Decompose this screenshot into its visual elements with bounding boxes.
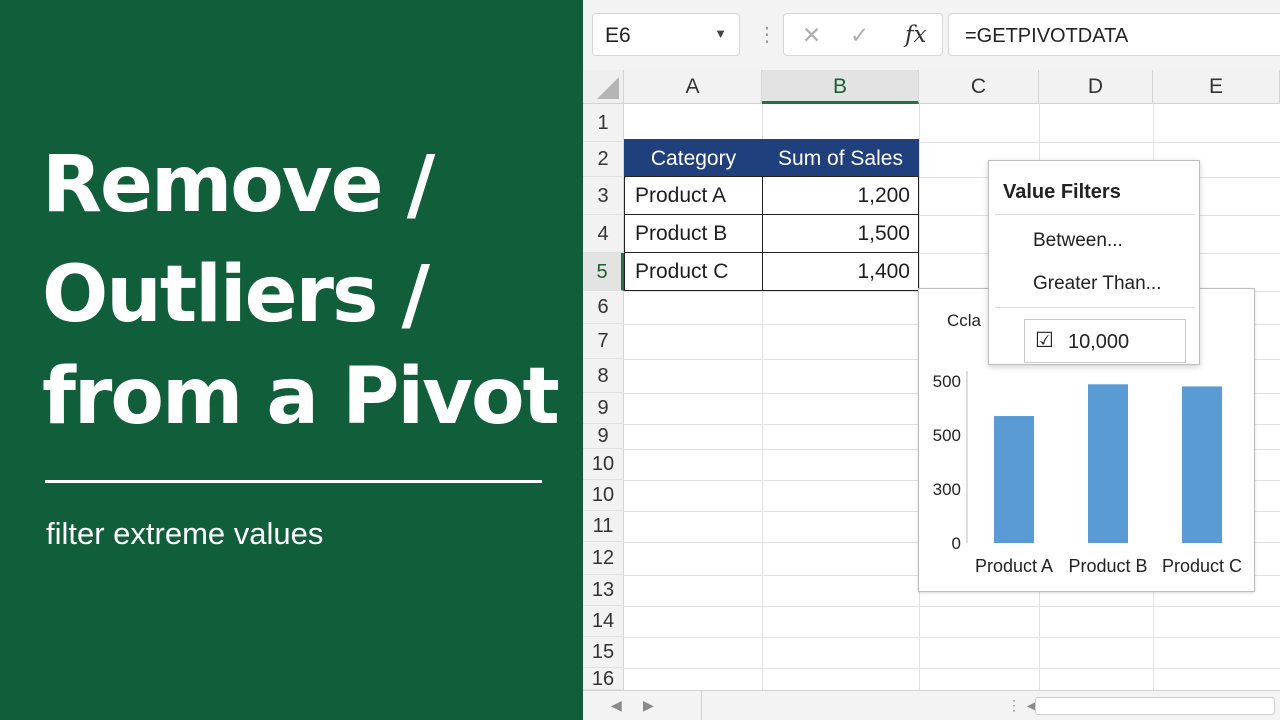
title-line-1: Remove / bbox=[42, 140, 435, 230]
y-tick-label: 300 bbox=[933, 480, 961, 499]
column-header-a[interactable]: A bbox=[624, 70, 762, 104]
chevron-down-icon[interactable]: ▼ bbox=[714, 26, 727, 41]
column-header-d[interactable]: D bbox=[1039, 70, 1153, 104]
row-header[interactable]: 1 bbox=[583, 104, 624, 142]
title-line-3: from a Pivot bbox=[42, 352, 560, 442]
y-tick-label: 0 bbox=[952, 534, 961, 553]
banner-subtitle: filter extreme values bbox=[46, 516, 324, 551]
pivot-header-sum[interactable]: Sum of Sales bbox=[762, 139, 919, 177]
row-header[interactable]: 5 bbox=[583, 253, 624, 291]
menu-divider bbox=[995, 214, 1195, 215]
split-handle-icon[interactable]: ⋮ bbox=[1007, 697, 1021, 714]
pivot-row-value[interactable]: 1,200 bbox=[762, 176, 919, 215]
name-box[interactable]: E6 ▼ bbox=[592, 13, 740, 56]
row-header[interactable]: 4 bbox=[583, 215, 624, 253]
formula-actions: ✕ ✓ fx bbox=[783, 13, 943, 56]
x-tick-label: Product B bbox=[1068, 556, 1147, 576]
row-header[interactable]: 7 bbox=[583, 324, 624, 359]
bar-product-b bbox=[1088, 384, 1128, 543]
row-header[interactable]: 11 bbox=[583, 511, 624, 542]
row-header[interactable]: 6 bbox=[583, 291, 624, 324]
row-header[interactable]: 9 bbox=[583, 393, 624, 424]
drag-handle-icon[interactable]: ⋮ bbox=[757, 22, 777, 47]
pivot-row-value[interactable]: 1,500 bbox=[762, 214, 919, 253]
menu-divider bbox=[995, 307, 1195, 308]
horizontal-scrollbar[interactable]: ◀ ▶ ⋮ ◀ bbox=[583, 690, 1280, 720]
y-tick-label: 500 bbox=[933, 426, 961, 445]
cancel-x-icon[interactable]: ✕ bbox=[802, 22, 821, 49]
title-banner: Remove / Outliers / from a Pivot filter … bbox=[0, 0, 583, 720]
row-header[interactable]: 15 bbox=[583, 637, 624, 668]
formula-input[interactable]: =GETPIVOTDATA bbox=[948, 13, 1280, 56]
title-line-2: Outliers / bbox=[42, 250, 430, 340]
checkbox-icon[interactable]: ☑ bbox=[1035, 328, 1054, 353]
pivot-row-value[interactable]: 1,400 bbox=[762, 252, 919, 291]
row-header[interactable]: 3 bbox=[583, 177, 624, 215]
insert-function-icon[interactable]: fx bbox=[905, 22, 926, 48]
pivot-row-label[interactable]: Product B bbox=[624, 214, 763, 253]
row-header[interactable]: 16 bbox=[583, 668, 624, 690]
value-filter-title: Value Filters bbox=[1003, 181, 1121, 203]
column-header-e[interactable]: E bbox=[1153, 70, 1280, 104]
y-tick-label: 500 bbox=[933, 372, 961, 391]
column-header-c[interactable]: C bbox=[919, 70, 1039, 104]
row-header[interactable]: 10 bbox=[583, 480, 624, 511]
pivot-header-category[interactable]: Category bbox=[624, 139, 763, 177]
pivot-row-label[interactable]: Product A bbox=[624, 176, 763, 215]
row-header[interactable]: 12 bbox=[583, 542, 624, 575]
name-box-value: E6 bbox=[605, 24, 631, 47]
x-tick-label: Product C bbox=[1162, 556, 1242, 576]
scroll-thumb[interactable] bbox=[1035, 697, 1275, 715]
enter-check-icon[interactable]: ✓ bbox=[850, 22, 869, 49]
select-all-button[interactable] bbox=[583, 70, 624, 104]
row-header[interactable]: 9 bbox=[583, 424, 624, 449]
pivot-row-label[interactable]: Product C bbox=[624, 252, 763, 291]
filter-value-field[interactable]: ☑ 10,000 bbox=[1024, 319, 1186, 363]
row-header[interactable]: 14 bbox=[583, 606, 624, 637]
row-header[interactable]: 2 bbox=[583, 142, 624, 177]
x-tick-label: Product A bbox=[975, 556, 1053, 576]
menu-item-between[interactable]: Between... bbox=[1033, 230, 1123, 252]
bar-product-c bbox=[1182, 386, 1222, 543]
filter-value-text: 10,000 bbox=[1068, 331, 1130, 353]
row-header[interactable]: 13 bbox=[583, 575, 624, 606]
row-header[interactable]: 10 bbox=[583, 449, 624, 480]
value-filter-menu: Value Filters Between... Greater Than...… bbox=[988, 160, 1200, 365]
formula-bar: E6 ▼ ⋮ ✕ ✓ fx =GETPIVOTDATA bbox=[583, 0, 1280, 70]
spreadsheet-window: E6 ▼ ⋮ ✕ ✓ fx =GETPIVOTDATA A B C D E 12… bbox=[583, 0, 1280, 720]
scroll-right-icon[interactable]: ▶ bbox=[643, 697, 654, 714]
column-header-b[interactable]: B bbox=[762, 70, 919, 104]
scroll-left-icon[interactable]: ◀ bbox=[611, 697, 622, 714]
menu-item-greater-than[interactable]: Greater Than... bbox=[1033, 273, 1162, 295]
title-divider bbox=[45, 480, 542, 483]
bar-product-a bbox=[994, 416, 1034, 543]
row-header[interactable]: 8 bbox=[583, 359, 624, 393]
formula-text: =GETPIVOTDATA bbox=[965, 25, 1129, 47]
